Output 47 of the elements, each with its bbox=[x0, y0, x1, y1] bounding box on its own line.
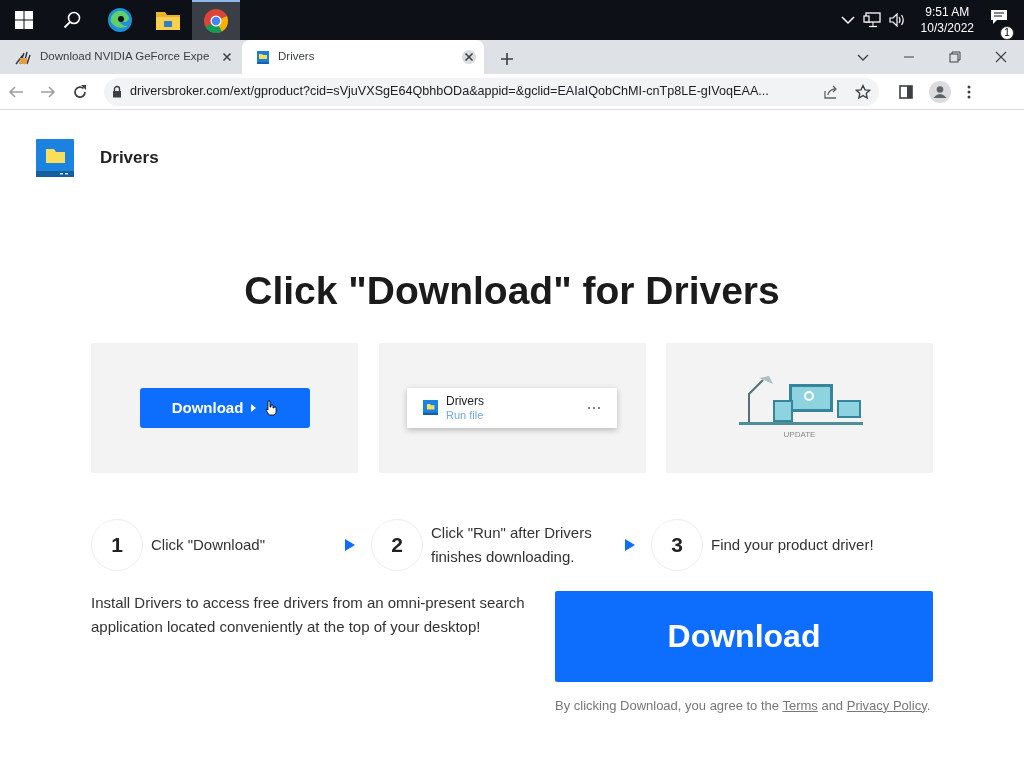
browser-tab[interactable]: Drivers bbox=[242, 40, 484, 74]
tab-title: Drivers bbox=[278, 49, 316, 65]
close-icon[interactable] bbox=[220, 50, 234, 64]
lock-icon bbox=[112, 85, 122, 98]
step-text: Click "Run" after Drivers finishes downloading. bbox=[431, 522, 593, 567]
chrome-icon[interactable] bbox=[192, 0, 240, 40]
download-button[interactable]: Download bbox=[139, 387, 310, 428]
forward-icon[interactable] bbox=[40, 83, 56, 100]
illustration-caption: UPDATE bbox=[783, 429, 816, 442]
tab-title: Download NVIDIA GeForce Expe bbox=[40, 49, 211, 65]
address-bar[interactable]: driversbroker.com/ext/gproduct?cid=sVjuVXSgE64QbhbODa&appid=&gclid=EAIaIQobChMI-cnTp8LE-gIVoqEAA... bbox=[104, 77, 879, 106]
notification-icon[interactable] bbox=[990, 9, 1008, 25]
description: Install Drivers to access free drivers from an omni-present search application located conveniently at the top of your desktop! bbox=[91, 592, 526, 637]
download-card[interactable]: Drivers Run file bbox=[407, 387, 617, 428]
menu-icon[interactable] bbox=[967, 84, 971, 99]
brand-name: Drivers bbox=[100, 147, 159, 170]
headline: Click "Download" for Drivers bbox=[243, 268, 781, 314]
file-name: Drivers bbox=[446, 393, 485, 408]
bookmark-star-icon[interactable] bbox=[855, 83, 871, 100]
drive-icon bbox=[256, 49, 270, 65]
privacy-policy-link[interactable]: Privacy Policy bbox=[846, 697, 927, 713]
hand-cursor-icon bbox=[265, 399, 278, 416]
terms-link[interactable]: Terms bbox=[782, 697, 818, 713]
notification-count: 1 bbox=[1000, 26, 1014, 40]
profile-icon[interactable] bbox=[929, 80, 951, 103]
arrow-icon bbox=[625, 538, 635, 551]
download-button[interactable]: Download bbox=[555, 590, 933, 682]
more-icon[interactable] bbox=[587, 405, 601, 410]
arrow-icon bbox=[345, 538, 355, 551]
start-icon[interactable] bbox=[15, 11, 33, 29]
reload-icon[interactable] bbox=[72, 83, 88, 100]
legal-text: By clicking Download, you agree to the Terms and Privacy Policy. bbox=[555, 696, 931, 715]
clock[interactable]: 9:51 AM 10/3/2022 bbox=[920, 4, 974, 36]
browser-tab[interactable]: Download NVIDIA GeForce Expe bbox=[0, 40, 242, 74]
new-tab-icon[interactable] bbox=[500, 52, 514, 66]
share-icon[interactable] bbox=[823, 83, 839, 100]
side-panel-icon[interactable] bbox=[899, 84, 913, 99]
drive-icon bbox=[423, 400, 438, 416]
step-text: Find your product driver! bbox=[711, 534, 875, 555]
close-icon[interactable] bbox=[462, 50, 476, 64]
caret-icon bbox=[251, 403, 258, 412]
step-text: Click "Download" bbox=[151, 534, 267, 555]
speaker-icon[interactable] bbox=[888, 13, 905, 27]
back-icon[interactable] bbox=[8, 83, 24, 100]
network-icon[interactable] bbox=[862, 12, 881, 28]
chevron-icon[interactable] bbox=[840, 15, 855, 25]
drive-logo-icon bbox=[36, 139, 74, 177]
